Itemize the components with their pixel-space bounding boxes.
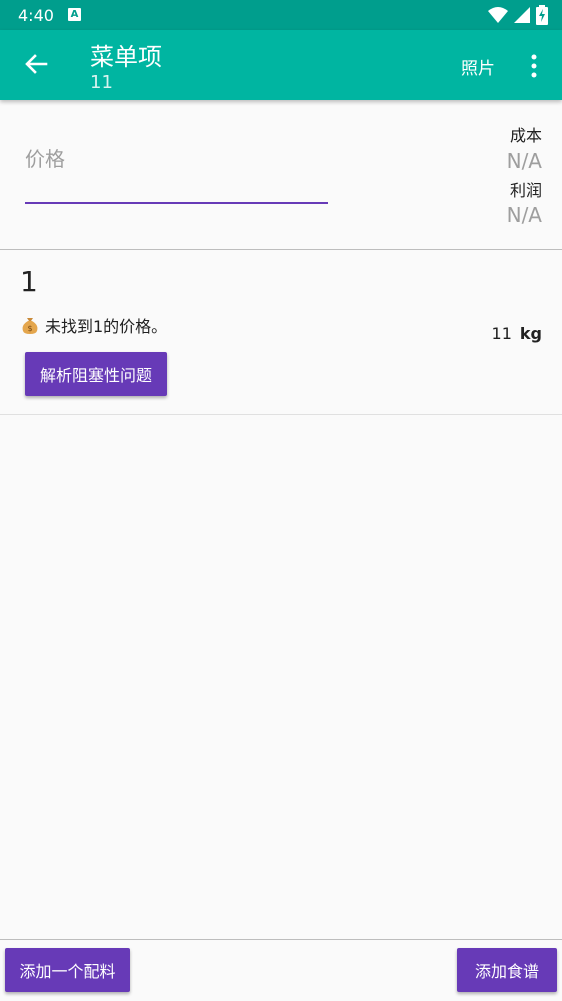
price-warning-text: 未找到1的价格。 [45, 317, 168, 336]
profit-value: N/A [506, 203, 542, 227]
resolve-blocking-issues-button[interactable]: 解析阻塞性问题 [25, 352, 167, 396]
price-input[interactable] [25, 140, 328, 204]
battery-charging-icon [536, 5, 548, 25]
ingredient-item[interactable]: 1 $ 未找到1的价格。 11 kg 解析阻塞性问题 [0, 250, 562, 415]
back-arrow-icon[interactable] [22, 52, 48, 78]
notification-a-icon: A [68, 8, 81, 21]
ingredient-name: 1 [20, 265, 38, 298]
money-bag-icon: $ [22, 318, 38, 334]
add-recipe-button[interactable]: 添加食谱 [457, 948, 557, 992]
profit-label: 利润 [509, 181, 542, 200]
wifi-icon [488, 7, 508, 23]
svg-text:$: $ [27, 324, 32, 333]
price-section: 成本 N/A 利润 N/A [0, 100, 562, 250]
cost-value: N/A [506, 149, 542, 173]
ingredient-quantity: 11 kg [492, 324, 542, 343]
bottom-bar: 添加一个配料 添加食谱 [0, 939, 562, 1001]
more-options-icon[interactable] [527, 52, 541, 80]
quantity-unit: kg [519, 324, 542, 343]
page-title: 菜单项 [90, 43, 162, 71]
signal-icon [514, 7, 530, 23]
quantity-value: 11 [491, 324, 512, 343]
photo-button[interactable]: 照片 [461, 54, 495, 79]
app-bar: 菜单项 11 照片 [0, 30, 562, 100]
status-time: 4:40 [18, 6, 54, 25]
status-icons [488, 5, 548, 25]
price-warning: $ 未找到1的价格。 [21, 313, 167, 337]
status-bar: 4:40 A [0, 0, 562, 30]
page-subtitle: 11 [90, 72, 113, 93]
add-ingredient-button[interactable]: 添加一个配料 [5, 948, 130, 992]
cost-label: 成本 [509, 126, 542, 145]
